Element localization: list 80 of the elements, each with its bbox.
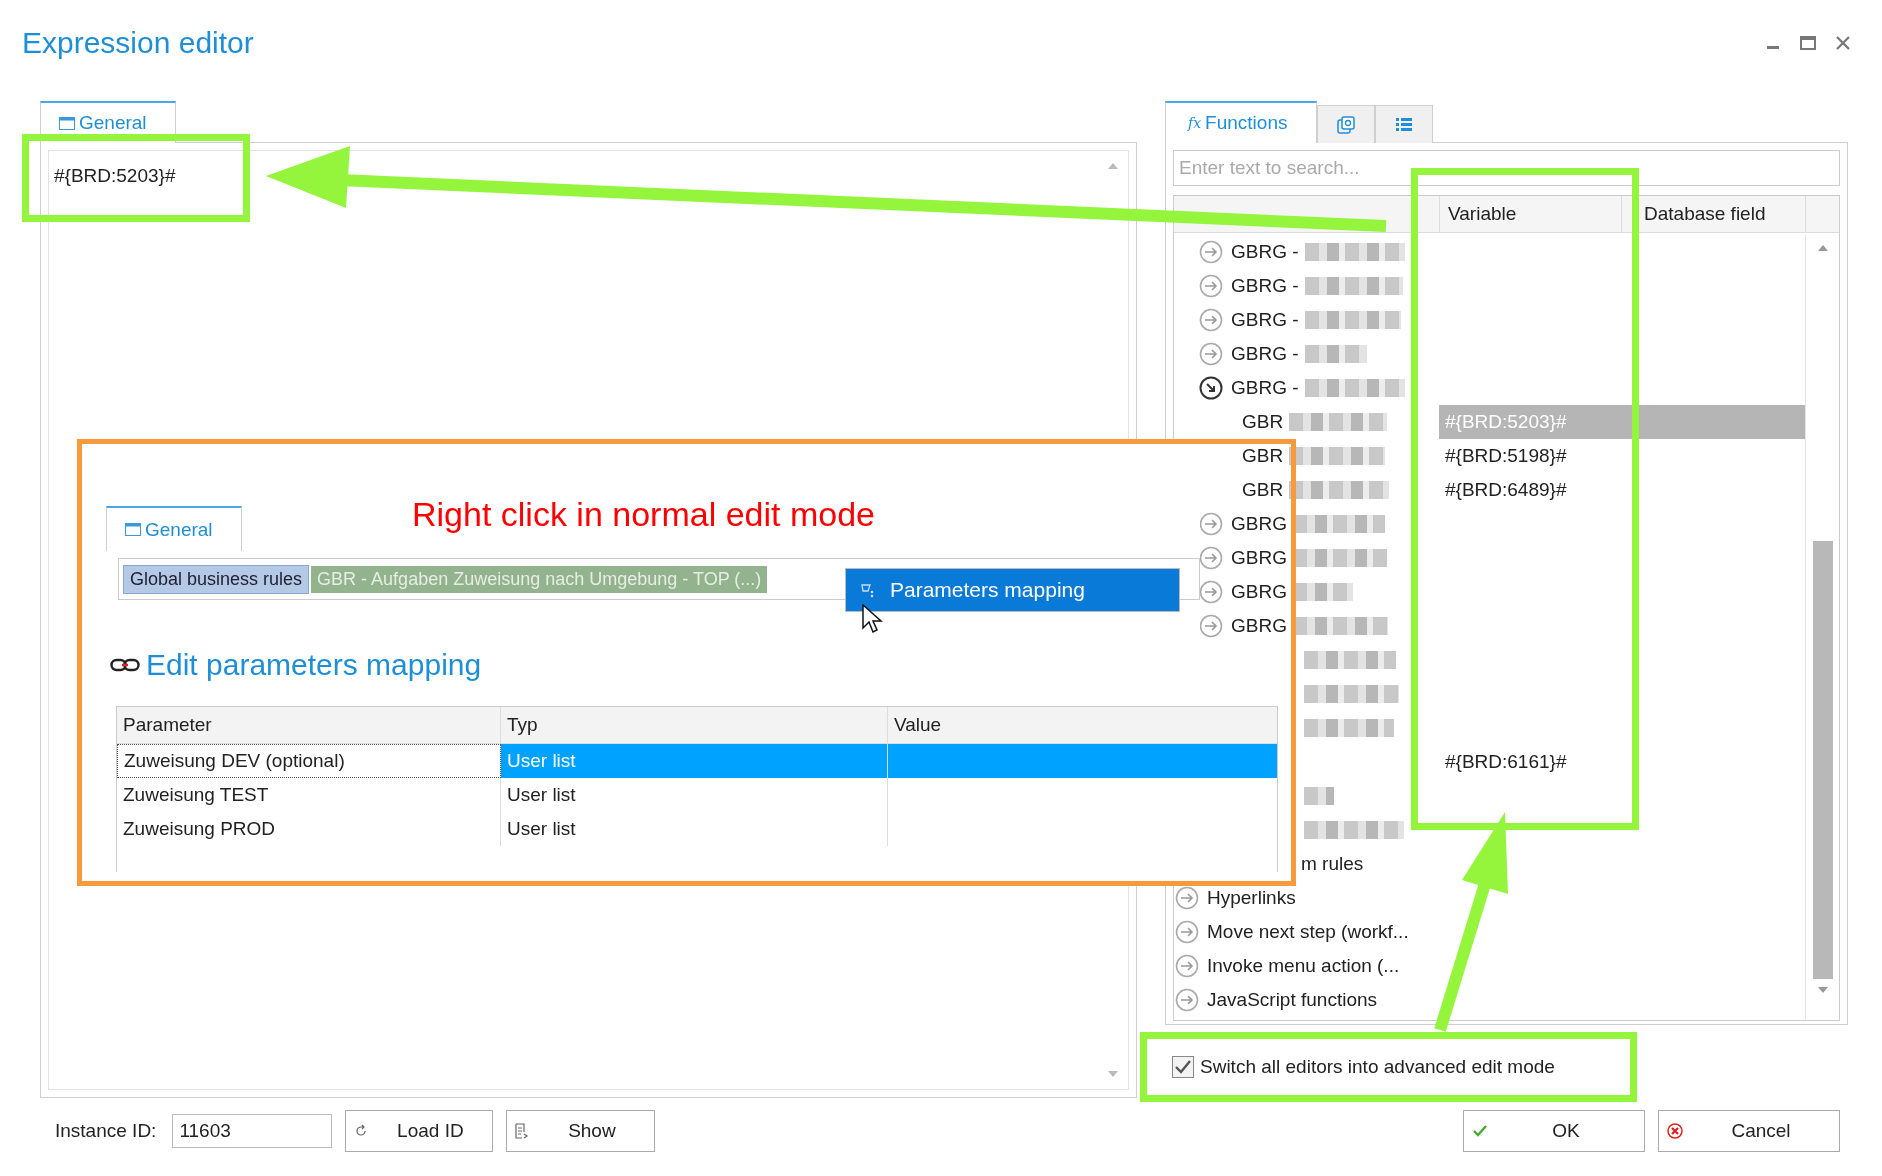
scroll-up-icon[interactable] xyxy=(1817,245,1828,251)
tree-item-label[interactable]: m rules xyxy=(1301,853,1364,875)
arrow-circle-icon[interactable] xyxy=(1175,886,1199,910)
mapping-icon xyxy=(860,582,876,598)
table-cell[interactable]: User list xyxy=(501,812,888,846)
table-cell[interactable]: Zuweisung DEV (optional) xyxy=(117,744,501,778)
arrow-circle-icon[interactable] xyxy=(1175,920,1199,944)
arrow-circle-icon[interactable] xyxy=(1199,512,1223,536)
dialog-title: Edit parameters mapping xyxy=(146,648,482,682)
variable-cell-text: #{BRD:6489}# xyxy=(1444,478,1568,502)
instance-id-label: Instance ID: xyxy=(55,1120,157,1142)
ok-button[interactable]: OK xyxy=(1463,1110,1645,1152)
variables-tab[interactable] xyxy=(1317,105,1375,143)
cancel-button[interactable]: Cancel xyxy=(1658,1110,1840,1152)
table-cell[interactable]: Zuweisung TEST xyxy=(117,778,501,812)
tree-item-label[interactable]: GBRG - xyxy=(1231,309,1299,331)
stacked-squares-icon xyxy=(1337,115,1355,134)
tree-item-label[interactable]: GBRG - xyxy=(1231,377,1299,399)
arrow-circle-icon[interactable] xyxy=(1199,580,1223,604)
document-icon xyxy=(515,1123,530,1139)
tree-item-label[interactable]: GBRG xyxy=(1231,615,1287,637)
show-button[interactable]: Show xyxy=(506,1110,656,1152)
tree-item-label[interactable]: GBRG xyxy=(1231,581,1287,603)
checkmark-icon xyxy=(1472,1124,1488,1138)
window-title: Expression editor xyxy=(22,26,254,60)
search-field[interactable]: Enter text to search... xyxy=(1173,150,1840,186)
tree-item-label[interactable]: Move next step (workf... xyxy=(1207,921,1409,943)
load-id-button[interactable]: Load ID xyxy=(345,1110,494,1152)
column-header[interactable]: Parameter xyxy=(117,707,501,743)
table-cell[interactable]: Zuweisung PROD xyxy=(117,812,501,846)
checkbox[interactable] xyxy=(1172,1056,1194,1078)
list-icon xyxy=(1396,117,1412,132)
cursor-icon xyxy=(862,604,884,634)
arrow-circle-icon[interactable] xyxy=(1199,274,1223,298)
scrollbar-thumb[interactable] xyxy=(1812,541,1833,979)
arrow-circle-icon[interactable] xyxy=(1199,308,1223,332)
functions-tab[interactable]: fx Functions xyxy=(1165,101,1317,143)
link-icon xyxy=(110,657,140,673)
column-header[interactable]: Variable xyxy=(1440,196,1622,232)
tree-item-label[interactable]: GBRG - xyxy=(1231,275,1299,297)
scroll-down-icon[interactable] xyxy=(1108,1071,1118,1077)
variable-cell: #{BRD:5203}# xyxy=(1439,405,1805,439)
tree-item-label[interactable]: GBRG - xyxy=(1231,241,1299,263)
arrow-circle-icon[interactable] xyxy=(1199,342,1223,366)
fields-tab[interactable] xyxy=(1375,105,1433,143)
tree-item-label[interactable]: Hyperlinks xyxy=(1207,887,1296,909)
refresh-icon xyxy=(354,1124,369,1138)
close-icon[interactable] xyxy=(1836,36,1850,50)
tree-item-label[interactable]: GBRG xyxy=(1231,547,1287,569)
arrow-circle-icon[interactable] xyxy=(1199,240,1223,264)
scroll-down-icon[interactable] xyxy=(1817,987,1828,993)
editor-tab[interactable]: General xyxy=(106,506,242,551)
tree-item-label[interactable]: JavaScript functions xyxy=(1207,989,1378,1011)
column-header[interactable]: Database field xyxy=(1622,196,1806,232)
annotation-caption: Right click in normal edit mode xyxy=(412,495,875,534)
maximize-icon[interactable] xyxy=(1800,36,1816,50)
arrow-circle-icon[interactable] xyxy=(1175,954,1199,978)
window-icon xyxy=(125,523,141,536)
category-token[interactable]: Global business rules xyxy=(123,564,310,594)
arrow-circle-icon[interactable] xyxy=(1175,988,1199,1012)
column-header[interactable]: Value xyxy=(888,707,1277,743)
arrow-circle-icon[interactable] xyxy=(1199,614,1223,638)
cancel-icon xyxy=(1667,1123,1683,1139)
tree-item-label[interactable]: GBR xyxy=(1242,479,1284,501)
instance-id-field[interactable]: 11603 xyxy=(172,1114,333,1148)
variable-cell-text: #{BRD:6161}# xyxy=(1444,750,1568,774)
tree-item-label[interactable]: GBR xyxy=(1242,411,1284,433)
checkbox-label[interactable]: Switch all editors into advanced edit mode xyxy=(1200,1056,1555,1078)
tree-item-label[interactable]: GBRG xyxy=(1231,513,1287,535)
window-icon xyxy=(59,116,75,130)
column-header[interactable]: Typ xyxy=(501,707,888,743)
arrow-circle-icon[interactable] xyxy=(1199,546,1223,570)
tree-item-label[interactable]: GBR xyxy=(1242,445,1284,467)
tree-item-label[interactable]: GBRG - xyxy=(1231,343,1299,365)
variable-cell-text: #{BRD:5198}# xyxy=(1444,444,1568,468)
table-cell[interactable] xyxy=(888,744,1277,778)
tree-item-label[interactable]: Invoke menu action (... xyxy=(1207,955,1400,977)
context-menu-item[interactable]: Parameters mapping xyxy=(845,568,1180,612)
scroll-up-icon[interactable] xyxy=(1108,163,1118,169)
table-cell[interactable]: User list xyxy=(501,778,888,812)
